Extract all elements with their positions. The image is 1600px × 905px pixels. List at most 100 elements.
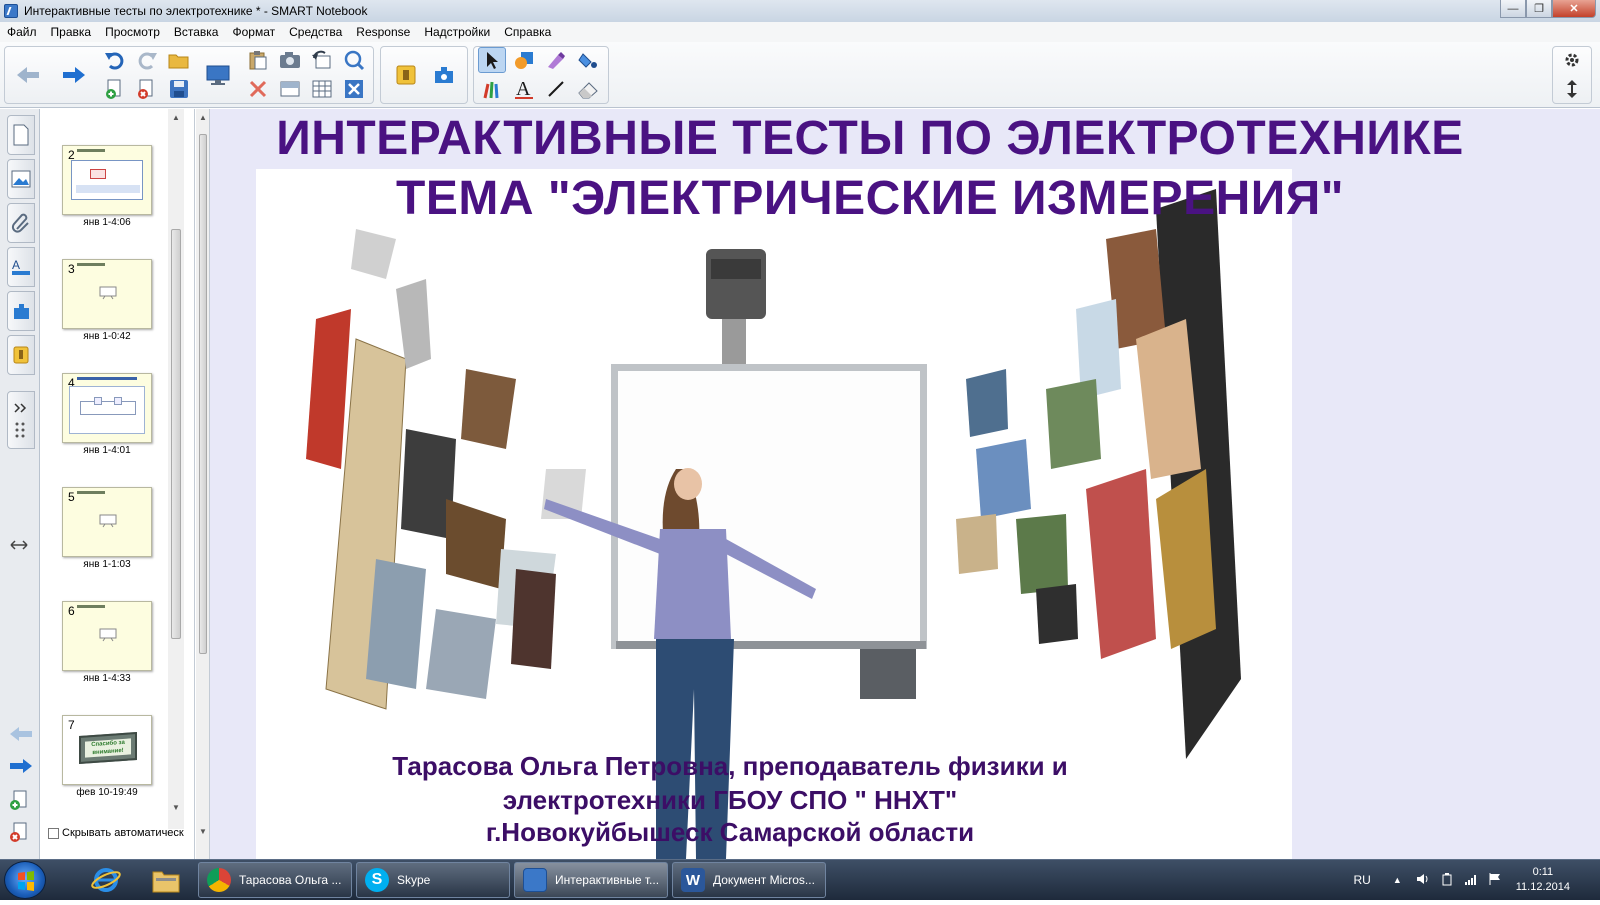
screen-icon[interactable] xyxy=(198,48,238,102)
shapes-icon[interactable] xyxy=(510,47,538,73)
scroll-down-icon[interactable]: ▼ xyxy=(172,803,180,812)
word-icon: W xyxy=(681,868,705,892)
file-explorer-icon[interactable] xyxy=(140,862,192,898)
menu-format[interactable]: Формат xyxy=(225,25,282,39)
fill-icon[interactable] xyxy=(574,47,602,73)
menu-file[interactable]: Файл xyxy=(0,25,44,39)
undo-icon[interactable] xyxy=(101,47,129,73)
menu-help[interactable]: Справка xyxy=(497,25,558,39)
dock-delete-page-icon[interactable] xyxy=(8,821,30,848)
page-thumbnail[interactable]: 4 xyxy=(62,373,152,443)
page-number: 7 xyxy=(68,718,75,732)
author-line3[interactable]: г.Новокуйбышеск Самарской области xyxy=(350,815,1110,849)
open-icon[interactable] xyxy=(165,47,193,73)
page-thumbnail[interactable]: 2 xyxy=(62,145,152,215)
capture-icon[interactable] xyxy=(340,47,368,73)
page-thumbnail[interactable]: 6 xyxy=(62,601,152,671)
scroll-up-icon[interactable]: ▲ xyxy=(172,113,180,122)
select-icon[interactable] xyxy=(478,47,506,73)
thumbnail-preview xyxy=(69,386,145,434)
resize-arrows-icon[interactable] xyxy=(10,537,28,555)
text-icon[interactable]: A xyxy=(510,76,538,102)
author-line2[interactable]: электротехники ГБОУ СПО " ННХТ" xyxy=(350,783,1110,817)
eraser-icon[interactable] xyxy=(574,76,602,102)
table-icon[interactable] xyxy=(308,76,336,102)
page-number: 6 xyxy=(68,604,75,618)
volume-icon[interactable] xyxy=(1416,872,1430,889)
menu-edit[interactable]: Правка xyxy=(44,25,99,39)
reset-icon[interactable] xyxy=(308,47,336,73)
menu-insert[interactable]: Вставка xyxy=(167,25,226,39)
clock-time: 0:11 xyxy=(1532,866,1554,878)
expand-dock-icon[interactable] xyxy=(7,391,35,449)
back-icon[interactable] xyxy=(8,48,48,102)
previous-page-icon[interactable] xyxy=(8,725,34,748)
panel-splitter[interactable]: ▲ ▼ xyxy=(196,109,210,859)
thumbnail-preview xyxy=(71,160,143,200)
screen-shade-icon[interactable] xyxy=(276,76,304,102)
clock[interactable]: 0:11 11.12.2014 xyxy=(1516,865,1570,895)
language-indicator[interactable]: RU xyxy=(1353,873,1370,887)
minimize-button[interactable]: — xyxy=(1500,0,1526,18)
attachments-icon[interactable] xyxy=(7,203,35,243)
page-sorter-icon[interactable] xyxy=(7,115,35,155)
add-page-icon[interactable] xyxy=(101,76,129,102)
menu-addons[interactable]: Надстройки xyxy=(417,25,497,39)
slide-title-line1[interactable]: ИНТЕРАКТИВНЫЕ ТЕСТЫ ПО ЭЛЕКТРОТЕХНИКЕ xyxy=(210,111,1530,166)
start-button[interactable] xyxy=(4,861,46,899)
delete-page-icon[interactable] xyxy=(133,76,161,102)
menu-response[interactable]: Response xyxy=(349,25,417,39)
menu-view[interactable]: Просмотр xyxy=(98,25,167,39)
window-controls: — ❐ ✕ xyxy=(1500,0,1596,18)
move-toolbar-icon[interactable] xyxy=(1558,76,1586,102)
addons-icon[interactable] xyxy=(7,291,35,331)
page-thumbnail[interactable]: 5 xyxy=(62,487,152,557)
slide-title-line2[interactable]: ТЕМА "ЭЛЕКТРИЧЕСКИЕ ИЗМЕРЕНИЯ" xyxy=(210,171,1530,226)
taskbar-item-word[interactable]: W Документ Micros... xyxy=(672,862,826,898)
pens-icon[interactable] xyxy=(478,76,506,102)
camera-icon[interactable] xyxy=(276,47,304,73)
redo-icon[interactable] xyxy=(133,47,161,73)
network-icon[interactable] xyxy=(1464,872,1478,889)
dock-response-icon[interactable] xyxy=(7,335,35,375)
response-icon[interactable] xyxy=(424,48,464,102)
scrollbar-thumb[interactable] xyxy=(171,229,181,639)
action-center-icon[interactable] xyxy=(1488,872,1502,889)
settings-icon[interactable] xyxy=(1558,47,1586,73)
page-thumbnail[interactable]: 7 Спасибо за внимание! xyxy=(62,715,152,785)
document-camera-icon[interactable] xyxy=(386,48,426,102)
dock-add-page-icon[interactable] xyxy=(8,789,30,816)
scroll-down-icon[interactable]: ▼ xyxy=(199,827,207,836)
author-line1[interactable]: Тарасова Ольга Петровна, преподаватель ф… xyxy=(350,749,1110,783)
paste-icon[interactable] xyxy=(244,47,272,73)
right-image-swirl xyxy=(956,189,1241,759)
whiteboard-canvas[interactable]: ИНТЕРАКТИВНЫЕ ТЕСТЫ ПО ЭЛЕКТРОТЕХНИКЕ ТЕ… xyxy=(210,109,1600,859)
forward-icon[interactable] xyxy=(54,48,94,102)
magic-pen-icon[interactable] xyxy=(542,47,570,73)
power-icon[interactable] xyxy=(1440,872,1454,889)
next-page-icon[interactable] xyxy=(8,757,34,780)
properties-icon[interactable]: A xyxy=(7,247,35,287)
taskbar-item-smart-notebook[interactable]: Интерактивные т... xyxy=(514,862,668,898)
auto-hide-checkbox[interactable] xyxy=(48,827,59,839)
internet-explorer-icon[interactable] xyxy=(80,862,132,898)
gallery-icon[interactable] xyxy=(7,159,35,199)
taskbar-item-skype[interactable]: S Skype xyxy=(356,862,510,898)
auto-hide-option[interactable]: Скрывать автоматическ xyxy=(48,827,184,839)
taskbar-item-chrome[interactable]: Тарасова Ольга ... xyxy=(198,862,352,898)
close-window-button[interactable]: ✕ xyxy=(1552,0,1596,18)
maximize-button[interactable]: ❐ xyxy=(1526,0,1552,18)
smart-notebook-icon xyxy=(523,868,547,892)
side-tab-dock: A xyxy=(0,109,40,859)
page-sorter-scrollbar[interactable]: ▲ ▼ xyxy=(168,109,184,829)
splitter-grip[interactable] xyxy=(199,134,207,654)
menu-tools[interactable]: Средства xyxy=(282,25,349,39)
page-thumbnail[interactable]: 3 xyxy=(62,259,152,329)
scroll-up-icon[interactable]: ▲ xyxy=(199,113,207,122)
line-icon[interactable] xyxy=(542,76,570,102)
delete-icon[interactable] xyxy=(244,76,272,102)
svg-text:A: A xyxy=(516,78,531,100)
close-icon[interactable] xyxy=(340,76,368,102)
save-icon[interactable] xyxy=(165,76,193,102)
show-hidden-icons-icon[interactable]: ▲ xyxy=(1393,875,1402,885)
